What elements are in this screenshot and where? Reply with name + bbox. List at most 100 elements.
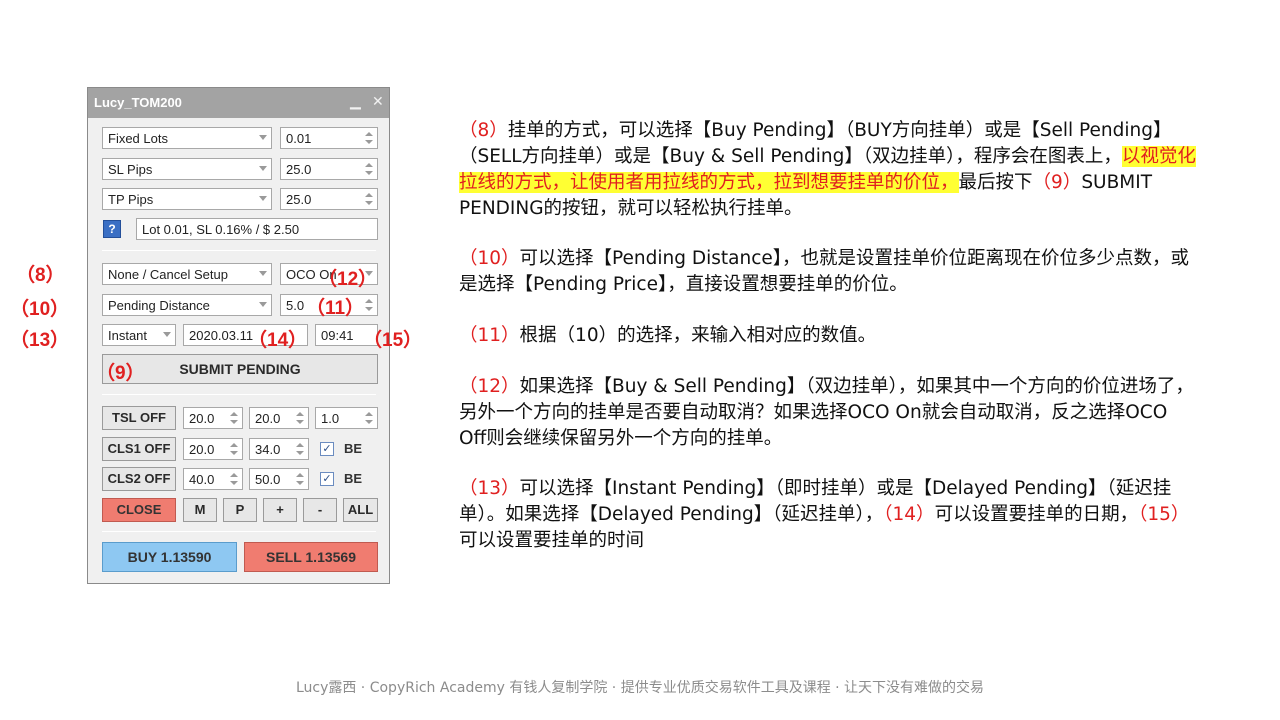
tp-value-spinner[interactable]: 25.0	[280, 188, 378, 210]
cls1-be-label: BE	[344, 441, 363, 456]
cls2-percent-spinner[interactable]: 40.0	[183, 468, 243, 490]
chevron-down-icon	[163, 332, 171, 337]
spin-up-icon[interactable]	[365, 132, 373, 136]
spin-down-icon[interactable]	[230, 481, 238, 485]
tsl-label: TSL OFF	[112, 410, 166, 425]
paragraph-number: （11）	[459, 325, 520, 346]
annotation-8: （8）	[16, 265, 65, 286]
spin-up-icon[interactable]	[296, 473, 304, 477]
lot-mode-dropdown[interactable]: Fixed Lots	[102, 127, 272, 149]
cls1-be-checkbox[interactable]: ✓	[320, 442, 334, 456]
chevron-down-icon	[259, 302, 267, 307]
close-profit-button[interactable]: P	[223, 498, 257, 522]
annotation-15: （15）	[363, 330, 423, 351]
paragraph-text: 可以设置要挂单的时间	[459, 530, 645, 551]
spin-down-icon[interactable]	[296, 451, 304, 455]
spin-up-icon[interactable]	[365, 163, 373, 167]
spin-down-icon[interactable]	[296, 420, 304, 424]
cls2-label: CLS2 OFF	[107, 471, 171, 486]
description-paragraph-10: （10）可以选择【Pending Distance】，也就是设置挂单价位距离现在…	[459, 246, 1199, 298]
cls2-be-checkbox[interactable]: ✓	[320, 472, 334, 486]
cls2-be-label: BE	[344, 471, 363, 486]
minimize-icon[interactable]: ▁	[350, 93, 361, 110]
lot-mode-value: Fixed Lots	[108, 131, 168, 146]
spin-up-icon[interactable]	[230, 473, 238, 477]
spin-down-icon[interactable]	[365, 307, 373, 311]
cls1-percent-spinner[interactable]: 20.0	[183, 438, 243, 460]
close-all-button[interactable]: CLOSE	[102, 498, 176, 522]
chevron-down-icon	[259, 196, 267, 201]
tp-mode-dropdown[interactable]: TP Pips	[102, 188, 272, 210]
lot-info-field: Lot 0.01, SL 0.16% / $ 2.50	[136, 218, 378, 240]
spin-down-icon[interactable]	[230, 451, 238, 455]
sl-mode-value: SL Pips	[108, 162, 153, 177]
lot-value: 0.01	[286, 131, 312, 146]
spin-down-icon[interactable]	[296, 481, 304, 485]
spin-up-icon[interactable]	[230, 412, 238, 416]
tsl-toggle-button[interactable]: TSL OFF	[102, 406, 176, 430]
cls2-toggle-button[interactable]: CLS2 OFF	[102, 467, 176, 491]
buy-button[interactable]: BUY 1.13590	[102, 542, 237, 572]
annotation-12: （12）	[318, 269, 378, 290]
chevron-down-icon	[259, 166, 267, 171]
spin-down-icon[interactable]	[230, 420, 238, 424]
description-paragraph-11: （11）根据（10）的选择，来输入相对应的数值。	[459, 323, 1199, 349]
cls1-pips-spinner[interactable]: 34.0	[249, 438, 309, 460]
lot-info-text: Lot 0.01, SL 0.16% / $ 2.50	[142, 222, 300, 237]
spin-up-icon[interactable]	[365, 193, 373, 197]
help-icon[interactable]: ?	[103, 220, 121, 238]
tsl-factor-spinner[interactable]: 1.0	[315, 407, 378, 429]
spin-down-icon[interactable]	[365, 420, 373, 424]
paragraph-text: 挂单的方式，可以选择【Buy Pending】（BUY方向挂单）或是【Sell …	[459, 120, 1172, 167]
sl-value-spinner[interactable]: 25.0	[280, 158, 378, 180]
spin-down-icon[interactable]	[365, 171, 373, 175]
footer-credit: Lucy露西 · CopyRich Academy 有钱人复制学院 · 提供专业…	[295, 680, 985, 696]
cls1-toggle-button[interactable]: CLS1 OFF	[102, 437, 176, 461]
pending-type-value: None / Cancel Setup	[108, 267, 228, 282]
sl-mode-dropdown[interactable]: SL Pips	[102, 158, 272, 180]
sell-button[interactable]: SELL 1.13569	[244, 542, 378, 572]
tsl-factor-value: 1.0	[321, 411, 340, 426]
pending-type-dropdown[interactable]: None / Cancel Setup	[102, 263, 272, 285]
trade-panel: Lucy_TOM200 ▁ ✕ Fixed Lots 0.01 SL Pips …	[87, 87, 390, 584]
close-icon[interactable]: ✕	[372, 93, 384, 110]
spin-down-icon[interactable]	[365, 140, 373, 144]
panel-titlebar[interactable]: Lucy_TOM200 ▁ ✕	[88, 88, 389, 118]
tsl-start-spinner[interactable]: 20.0	[183, 407, 243, 429]
pending-mode-dropdown[interactable]: Pending Distance	[102, 294, 272, 316]
minus-label: -	[317, 502, 323, 517]
all-label: ALL	[347, 502, 374, 517]
close-plus-button[interactable]: +	[263, 498, 297, 522]
panel-title: Lucy_TOM200	[94, 95, 182, 110]
divider	[102, 250, 376, 251]
spin-down-icon[interactable]	[365, 201, 373, 205]
paragraph-text: 可以设置要挂单的日期，	[934, 504, 1139, 525]
buy-label: BUY 1.13590	[127, 549, 212, 565]
paragraph-text: 可以选择【Pending Distance】，也就是设置挂单价位距离现在价位多少…	[459, 248, 1190, 295]
annotation-11: （11）	[306, 298, 365, 319]
tsl-step-value: 20.0	[255, 411, 281, 426]
spin-up-icon[interactable]	[365, 299, 373, 303]
close-manual-button[interactable]: M	[183, 498, 217, 522]
close-minus-button[interactable]: -	[303, 498, 337, 522]
divider	[102, 531, 376, 532]
spin-up-icon[interactable]	[296, 443, 304, 447]
paragraph-number: （13）	[459, 478, 520, 499]
tsl-step-spinner[interactable]: 20.0	[249, 407, 309, 429]
close-all-orders-button[interactable]: ALL	[343, 498, 378, 522]
spin-up-icon[interactable]	[230, 443, 238, 447]
paragraph-text: 根据（10）的选择，来输入相对应的数值。	[519, 325, 877, 346]
paragraph-text: 最后按下	[958, 172, 1033, 193]
timing-mode-dropdown[interactable]: Instant	[102, 324, 176, 346]
description-paragraph-13: （13）可以选择【Instant Pending】（即时挂单）或是【Delaye…	[459, 476, 1199, 554]
cls2-pips-spinner[interactable]: 50.0	[249, 468, 309, 490]
paragraph-number: （9）	[1032, 172, 1082, 193]
lot-value-spinner[interactable]: 0.01	[280, 127, 378, 149]
description-paragraph-8: （8）挂单的方式，可以选择【Buy Pending】（BUY方向挂单）或是【Se…	[459, 118, 1199, 222]
p-label: P	[235, 502, 245, 517]
spin-up-icon[interactable]	[365, 412, 373, 416]
annotation-13: （13）	[10, 330, 70, 351]
description-paragraph-12: （12）如果选择【Buy & Sell Pending】（双边挂单），如果其中一…	[459, 374, 1199, 452]
spin-up-icon[interactable]	[296, 412, 304, 416]
tp-value: 25.0	[286, 192, 312, 207]
